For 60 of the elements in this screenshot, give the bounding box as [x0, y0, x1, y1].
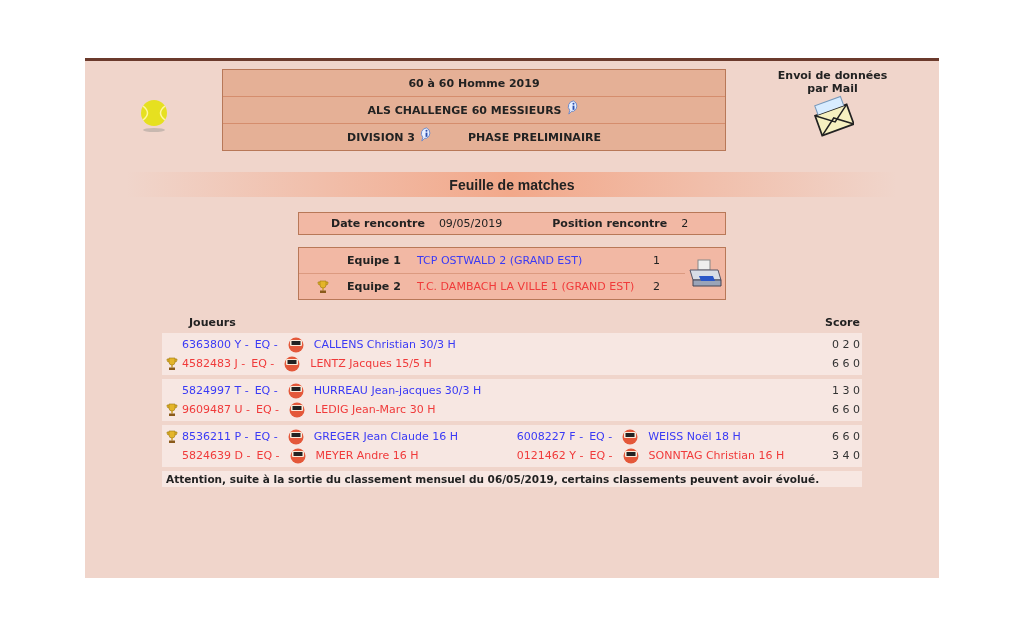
- player-licence: 0121462 Y -: [516, 449, 584, 462]
- player-eq: EQ -: [256, 403, 280, 416]
- player-name[interactable]: SONNTAG Christian 16 H: [648, 449, 785, 462]
- badge-icon: [287, 428, 304, 445]
- printer-icon[interactable]: [687, 257, 723, 290]
- team-name[interactable]: TCP OSTWALD 2 (GRAND EST): [417, 254, 653, 267]
- badge-icon: [622, 428, 639, 445]
- badge-icon: [287, 336, 304, 353]
- badge-icon: [284, 355, 301, 372]
- column-header: Joueurs: [189, 316, 236, 329]
- player-licence: 8536211 P -: [182, 430, 249, 443]
- player-eq: EQ -: [251, 357, 275, 370]
- player-licence: 5824997 T -: [182, 384, 249, 397]
- header-text: 60 à 60 Homme 2019: [408, 76, 540, 90]
- position-label: Position rencontre: [552, 217, 668, 230]
- player-licence: 6008227 F -: [516, 430, 584, 443]
- date-value: 09/05/2019: [438, 217, 503, 230]
- score-value: 1 3 0: [832, 384, 860, 397]
- player-name[interactable]: LENTZ Jacques 15/5 H: [310, 357, 432, 370]
- date-label: Date rencontre: [331, 217, 425, 230]
- envelope-icon[interactable]: [811, 95, 854, 137]
- mail-label: Envoi de données par Mail: [776, 69, 889, 95]
- player-eq: EQ -: [254, 384, 278, 397]
- player-eq: EQ -: [589, 430, 613, 443]
- header-text: ALS CHALLENGE 60 MESSIEURS: [367, 103, 562, 117]
- tennis-ball-icon: [138, 99, 169, 133]
- player-name[interactable]: HURREAU Jean-jacques 30/3 H: [313, 384, 482, 397]
- player-licence: 4582483 J -: [182, 357, 246, 370]
- team-name[interactable]: T.C. DAMBACH LA VILLE 1 (GRAND EST): [417, 280, 653, 293]
- page-title: Feuille de matches: [449, 176, 575, 193]
- notice-text: Attention, suite à la sortie du classement mensuel du 06/05/2019, certains classements peuvent avoir évolué.: [162, 471, 862, 487]
- badge-icon: [289, 447, 306, 464]
- player-eq: EQ -: [254, 430, 278, 443]
- score-value: 6 6 0: [832, 430, 860, 443]
- header-text: DIVISION 3: [347, 130, 415, 144]
- player-licence: 5824639 D -: [182, 449, 251, 462]
- score-value: 6 6 0: [832, 357, 860, 370]
- header-text: PHASE PRELIMINAIRE: [467, 130, 601, 144]
- team-label: Equipe 1: [347, 254, 402, 267]
- player-name[interactable]: CALLENS Christian 30/3 H: [313, 338, 456, 351]
- player-eq: EQ -: [254, 338, 278, 351]
- player-name[interactable]: LEDIG Jean-Marc 30 H: [315, 403, 436, 416]
- player-licence: 9609487 U -: [182, 403, 250, 416]
- score-value: 0 2 0: [832, 338, 860, 351]
- badge-icon: [622, 447, 639, 464]
- player-eq: EQ -: [256, 449, 280, 462]
- player-name[interactable]: WEISS Noël 18 H: [648, 430, 741, 443]
- team-points: 2: [653, 280, 661, 293]
- score-value: 3 4 0: [832, 449, 860, 462]
- position-value: 2: [681, 217, 689, 230]
- player-name[interactable]: MEYER Andre 16 H: [315, 449, 419, 462]
- column-header: Score: [825, 316, 860, 329]
- badge-icon: [287, 382, 304, 399]
- score-value: 6 6 0: [832, 403, 860, 416]
- player-licence: 6363800 Y -: [182, 338, 249, 351]
- team-points: 1: [653, 254, 661, 267]
- player-eq: EQ -: [589, 449, 613, 462]
- badge-icon: [289, 401, 306, 418]
- team-label: Equipe 2: [347, 280, 402, 293]
- player-name[interactable]: GREGER Jean Claude 16 H: [313, 430, 459, 443]
